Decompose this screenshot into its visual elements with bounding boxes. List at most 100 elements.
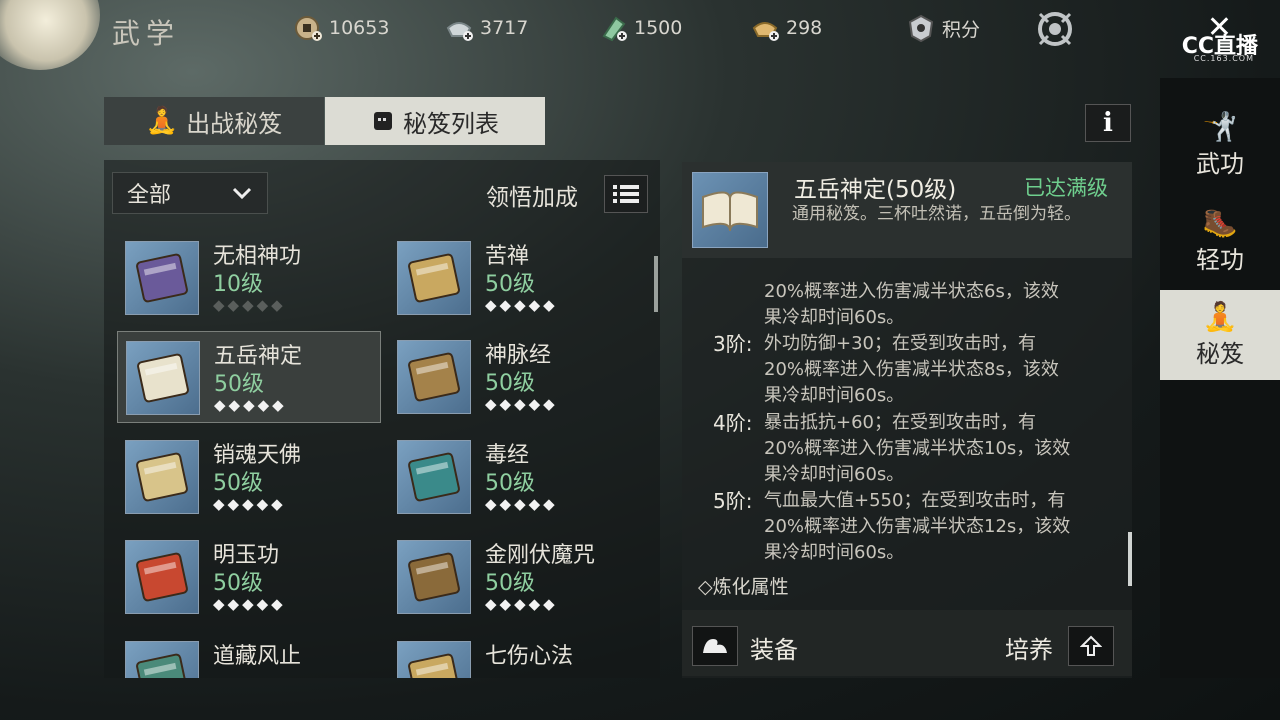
book-stars: ◆◆◆◆◆ <box>485 296 558 314</box>
resource-copper[interactable]: 10653 <box>293 14 389 42</box>
tier-effect-text: 暴击抵抗+60；在受到攻击时，有 <box>764 412 1036 433</box>
silver-value: 3717 <box>480 17 529 39</box>
nav-label: 秘笈 <box>1196 339 1244 368</box>
cultivate-label[interactable]: 培养 <box>1005 630 1053 665</box>
tier-effect-text: 20%概率进入伤害减半状态6s，该效 <box>764 281 1059 302</box>
book-stars: ◆◆◆◆◆ <box>485 395 558 413</box>
book-list-icon <box>374 112 392 130</box>
book-level: 50级 <box>485 272 535 297</box>
book-stars: ◆◆◆◆◆ <box>213 296 286 314</box>
book-level: 50级 <box>485 471 535 496</box>
tier-effect-text: 果冷却时间60s。 <box>764 385 905 406</box>
book-card[interactable]: 神脉经 50级 ◆◆◆◆◆ <box>389 331 653 423</box>
resource-gold[interactable]: 298 <box>750 14 822 42</box>
meditation-icon: 🧘 <box>1202 299 1238 333</box>
detail-book-thumbnail <box>692 172 768 248</box>
tier-effect-text: 气血最大值+550；在受到攻击时，有 <box>764 490 1066 511</box>
gold-value: 298 <box>786 17 823 39</box>
refine-attributes-link[interactable]: ◇炼化属性 <box>698 572 789 599</box>
nav-label: 轻功 <box>1196 245 1244 274</box>
book-card[interactable]: 七伤心法 <box>389 632 653 678</box>
jade-value: 1500 <box>634 17 683 39</box>
book-card[interactable]: 明玉功 50级 ◆◆◆◆◆ <box>117 531 381 623</box>
tier-effect-text: 20%概率进入伤害减半状态10s，该效 <box>764 438 1071 459</box>
book-name: 七伤心法 <box>485 644 574 669</box>
book-stars: ◆◆◆◆◆ <box>213 595 286 613</box>
comprehension-bonus-button[interactable] <box>604 175 648 213</box>
book-thumbnail <box>397 340 471 414</box>
copper-coin-icon <box>295 16 322 41</box>
settings-emblem-icon[interactable] <box>1036 10 1074 48</box>
book-stars: ◆◆◆◆◆ <box>214 396 287 414</box>
gold-ingot-icon <box>752 22 779 41</box>
book-level: 50级 <box>485 371 535 396</box>
book-card[interactable]: 道藏风止 <box>117 632 381 678</box>
martial-arts-icon: 🤺 <box>1202 109 1238 143</box>
book-thumbnail <box>125 540 199 614</box>
detail-description: 通用秘笈。三杯吐然诺，五岳倒为轻。 <box>792 204 1081 224</box>
book-level: 50级 <box>213 571 263 596</box>
comprehension-bonus-label: 领悟加成 <box>486 185 578 211</box>
book-card[interactable]: 销魂天佛 50级 ◆◆◆◆◆ <box>117 431 381 523</box>
jade-token-icon <box>602 16 627 42</box>
resource-jade[interactable]: 1500 <box>598 14 682 42</box>
copper-value: 10653 <box>329 17 390 39</box>
book-stars: ◆◆◆◆◆ <box>213 495 286 513</box>
book-name: 道藏风止 <box>213 644 302 669</box>
book-level: 10级 <box>213 272 263 297</box>
chevron-down-icon <box>232 187 252 200</box>
book-level: 50级 <box>485 571 535 596</box>
detail-book-name: 五岳神定(50级) <box>794 177 957 203</box>
book-thumbnail <box>397 540 471 614</box>
max-level-status: 已达满级 <box>1024 176 1108 200</box>
nav-qinggong[interactable]: 🥾 轻功 <box>1160 196 1280 286</box>
filter-dropdown[interactable]: 全部 <box>112 172 268 214</box>
tier-effect-text: 果冷却时间60s。 <box>764 307 905 328</box>
nav-martial-arts[interactable]: 🤺 武功 <box>1160 100 1280 190</box>
detail-scrollbar[interactable] <box>1128 532 1132 586</box>
equip-icon <box>703 639 727 653</box>
book-card[interactable]: 无相神功 10级 ◆◆◆◆◆ <box>117 232 381 324</box>
book-stars: ◆◆◆◆◆ <box>485 495 558 513</box>
nav-secret-books[interactable]: 🧘 秘笈 <box>1160 290 1280 380</box>
info-button[interactable]: i <box>1085 104 1131 142</box>
tab-label: 出战秘笈 <box>186 109 283 138</box>
tier-effect-text: 外功防御+30；在受到攻击时，有 <box>764 333 1036 354</box>
tier-effect-text: 20%概率进入伤害减半状态8s，该效 <box>764 359 1059 380</box>
tier-label: 3阶: <box>713 332 753 356</box>
resource-silver[interactable]: 3717 <box>444 14 528 42</box>
book-card[interactable]: 金刚伏魔咒 50级 ◆◆◆◆◆ <box>389 531 653 623</box>
book-card[interactable]: 毒经 50级 ◆◆◆◆◆ <box>389 431 653 523</box>
tier-effect-text: 20%概率进入伤害减半状态12s，该效 <box>764 516 1071 537</box>
shield-points-icon <box>908 14 934 42</box>
meditation-icon: 🧘 <box>145 106 179 136</box>
tier-label: 5阶: <box>713 489 753 513</box>
book-card[interactable]: 五岳神定 50级 ◆◆◆◆◆ <box>117 331 381 423</box>
cultivate-button[interactable] <box>1068 626 1114 666</box>
points-label: 积分 <box>942 18 981 41</box>
tier-effect-text: 果冷却时间60s。 <box>764 542 905 563</box>
book-thumbnail <box>397 641 471 678</box>
list-scrollbar[interactable] <box>654 256 658 312</box>
book-thumbnail <box>125 440 199 514</box>
stream-logo-sub: CC.163.COM <box>1193 54 1254 63</box>
book-thumbnail <box>126 341 200 415</box>
page-title: 武学 <box>112 17 181 50</box>
tab-book-list[interactable]: 秘笈列表 <box>325 97 545 145</box>
book-card[interactable]: 苦禅 50级 ◆◆◆◆◆ <box>389 232 653 324</box>
upgrade-arrow-icon <box>1080 635 1102 656</box>
book-thumbnail <box>125 241 199 315</box>
equip-label[interactable]: 装备 <box>750 630 798 665</box>
tab-label: 秘笈列表 <box>403 109 499 138</box>
points-button[interactable]: 积分 <box>906 14 980 42</box>
silver-ingot-icon <box>446 22 473 41</box>
qinggong-icon: 🥾 <box>1202 205 1238 239</box>
book-thumbnail <box>397 241 471 315</box>
tab-deployed-books[interactable]: 🧘 出战秘笈 <box>104 97 324 145</box>
top-bar: 武学 10653 3717 1500 298 积分 ✕ CC直播 CC.163.… <box>0 0 1280 63</box>
equip-button[interactable] <box>692 626 738 666</box>
book-level: 50级 <box>214 372 264 397</box>
tier-effect-text: 果冷却时间60s。 <box>764 464 905 485</box>
list-icon <box>613 185 639 203</box>
book-thumbnail <box>125 641 199 678</box>
